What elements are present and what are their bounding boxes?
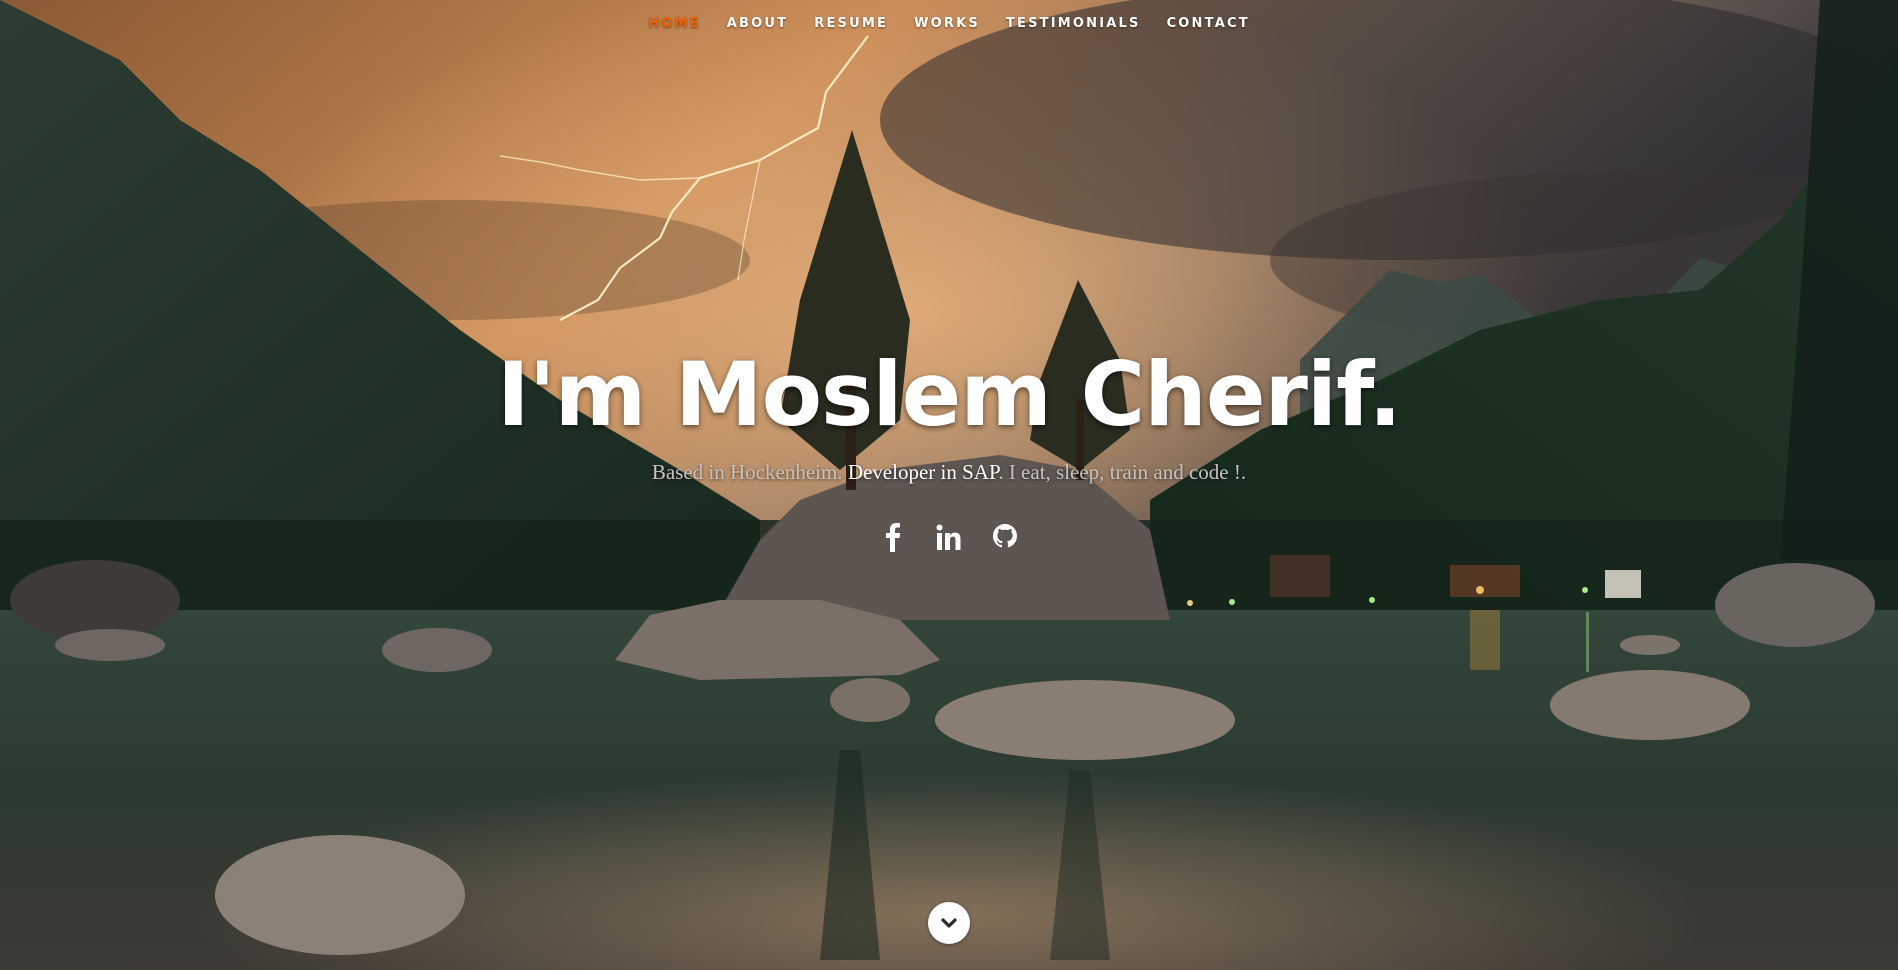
facebook-link[interactable]	[879, 521, 907, 553]
main-navigation: HOME ABOUT RESUME WORKS TESTIMONIALS CON…	[0, 0, 1898, 42]
headline: I'm Moslem Cherif.	[497, 343, 1402, 446]
tagline: Based in Hockenheim. Developer in SAP. I…	[0, 460, 1898, 485]
chevron-down-icon	[941, 918, 957, 928]
social-links	[0, 521, 1898, 553]
nav-item-home[interactable]: HOME	[648, 16, 701, 31]
banner: I'm Moslem Cherif. Based in Hockenheim. …	[0, 340, 1898, 553]
nav-item-about[interactable]: ABOUT	[727, 16, 788, 31]
github-link[interactable]	[991, 521, 1019, 553]
tagline-location: Based in Hockenheim.	[651, 460, 848, 484]
scroll-down-button[interactable]	[928, 902, 970, 944]
tagline-role: Developer in SAP	[847, 460, 999, 484]
github-icon	[993, 524, 1017, 548]
nav-item-works[interactable]: WORKS	[914, 16, 980, 31]
nav-item-contact[interactable]: CONTACT	[1167, 16, 1250, 31]
linkedin-link[interactable]	[935, 521, 963, 553]
tagline-hobbies: . I eat, sleep, train and code !.	[998, 460, 1247, 484]
nav-item-testimonials[interactable]: TESTIMONIALS	[1006, 16, 1141, 31]
linkedin-icon	[936, 524, 961, 550]
facebook-icon	[886, 523, 901, 552]
hero-section: HOME ABOUT RESUME WORKS TESTIMONIALS CON…	[0, 0, 1898, 970]
nav-item-resume[interactable]: RESUME	[814, 16, 888, 31]
